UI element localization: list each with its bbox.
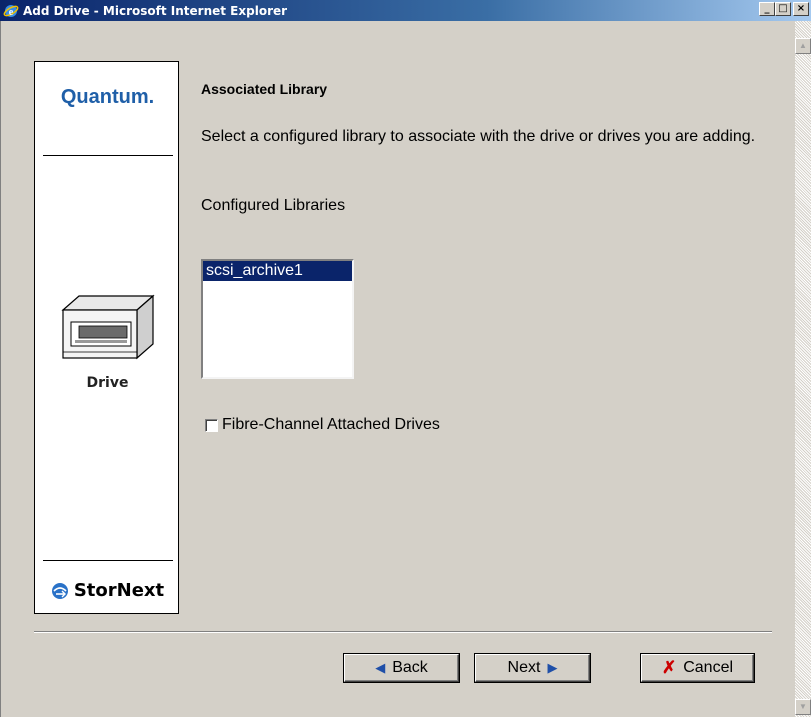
configured-libraries-label: Configured Libraries	[201, 197, 346, 214]
description-text: Select a configured library to associate…	[201, 128, 756, 145]
next-button-label: Next	[507, 659, 541, 676]
cancel-button[interactable]: ✗ Cancel	[641, 654, 754, 682]
window-title: Add Drive - Microsoft Internet Explorer	[23, 3, 288, 18]
maximize-button[interactable]: □	[775, 2, 791, 16]
stornext-logo-text: StorNext	[73, 580, 165, 601]
quantum-logo: Quantum.	[60, 86, 155, 108]
divider	[43, 560, 173, 561]
scroll-up-icon[interactable]: ▲	[795, 38, 811, 54]
dialog-body: ▲ ▼ Quantum. Drive StorNext Associated L…	[0, 21, 811, 717]
minimize-button[interactable]: _	[759, 2, 775, 16]
scroll-down-icon[interactable]: ▼	[795, 699, 811, 715]
back-button[interactable]: ◀ Back	[344, 654, 459, 682]
svg-text:e: e	[9, 7, 14, 18]
window-title-bar[interactable]: e Add Drive - Microsoft Internet Explore…	[0, 0, 811, 21]
fibre-channel-checkbox[interactable]	[205, 418, 218, 432]
section-title: Associated Library	[201, 81, 328, 97]
internet-explorer-icon: e	[3, 4, 19, 18]
device-label: Drive	[86, 375, 129, 391]
stornext-logo: StorNext	[35, 580, 180, 601]
vertical-scrollbar[interactable]: ▲ ▼	[794, 21, 811, 717]
divider	[43, 155, 173, 156]
branding-panel: Quantum. Drive StorNext	[34, 61, 179, 614]
back-button-label: Back	[392, 659, 428, 676]
fibre-channel-label[interactable]: Fibre-Channel Attached Drives	[222, 416, 440, 434]
fibre-channel-option[interactable]: Fibre-Channel Attached Drives	[205, 416, 440, 434]
window-controls: _ □ ×	[759, 2, 809, 16]
drive-icon	[61, 294, 155, 360]
next-button[interactable]: Next ▶	[475, 654, 590, 682]
close-button[interactable]: ×	[793, 2, 809, 16]
list-item[interactable]: scsi_archive1	[203, 261, 352, 281]
button-separator	[34, 631, 772, 633]
configured-libraries-listbox[interactable]: scsi_archive1	[201, 259, 354, 379]
cancel-x-icon: ✗	[661, 658, 677, 677]
right-arrow-icon: ▶	[547, 660, 558, 675]
cancel-button-label: Cancel	[683, 659, 734, 676]
left-arrow-icon: ◀	[375, 660, 386, 675]
stornext-globe-icon	[51, 582, 68, 599]
